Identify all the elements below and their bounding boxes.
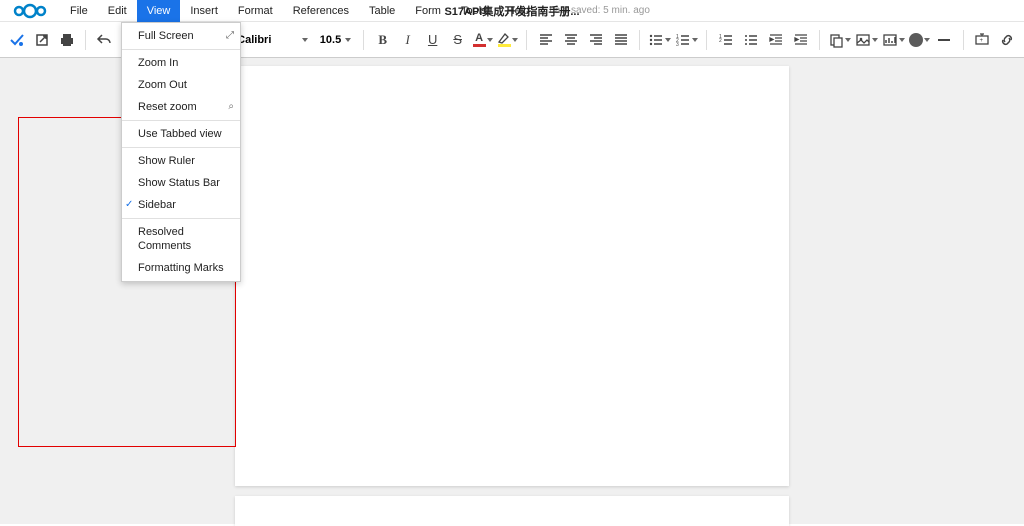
svg-text:+: + [980, 38, 984, 44]
insert-textbox-button[interactable]: + [972, 29, 993, 51]
svg-text:2: 2 [719, 38, 722, 44]
menu-zoom-out[interactable]: Zoom Out [122, 74, 240, 96]
document-title[interactable]: S17API集成开发指南手册... [444, 6, 579, 18]
menu-use-tabbed[interactable]: Use Tabbed view [122, 123, 240, 145]
view-dropdown[interactable]: Full Screen⤢ Zoom In Zoom Out Reset zoom… [121, 22, 241, 282]
app-logo[interactable] [0, 3, 60, 19]
menu-show-status[interactable]: Show Status Bar [122, 172, 240, 194]
menu-formatting-marks[interactable]: Formatting Marks [122, 257, 240, 279]
circle-icon [909, 33, 923, 47]
insert-image-button[interactable] [855, 32, 878, 48]
menu-sidebar[interactable]: Sidebar [122, 194, 240, 216]
insert-link-button[interactable] [997, 29, 1018, 51]
menu-reset-zoom[interactable]: Reset zoom⌕ [122, 96, 240, 118]
accept-changes-button[interactable] [6, 29, 27, 51]
font-color-button[interactable]: A [472, 32, 493, 47]
insert-chart-button[interactable] [882, 32, 905, 48]
print-button[interactable] [56, 29, 77, 51]
menu-resolved-comments[interactable]: Resolved Comments [122, 221, 240, 257]
document-page[interactable] [235, 66, 789, 486]
svg-text:3: 3 [676, 42, 679, 48]
numbered-list-button[interactable]: 123 [675, 32, 698, 48]
document-page-next[interactable] [235, 496, 789, 526]
ordered-list-button[interactable]: 12 [715, 29, 736, 51]
menu-file[interactable]: File [60, 0, 98, 22]
highlight-color-button[interactable] [497, 32, 518, 47]
font-family-combo[interactable]: Calibri [233, 29, 312, 51]
menu-view[interactable]: View [137, 0, 181, 22]
menu-zoom-in[interactable]: Zoom In [122, 52, 240, 74]
decrease-indent-button[interactable] [765, 29, 786, 51]
unordered-list-button[interactable] [740, 29, 761, 51]
bullet-list-button[interactable] [648, 32, 671, 48]
insert-shape-button[interactable] [909, 33, 930, 47]
menu-references[interactable]: References [283, 0, 359, 22]
align-right-button[interactable] [585, 29, 606, 51]
menu-edit[interactable]: Edit [98, 0, 137, 22]
menu-show-ruler[interactable]: Show Ruler [122, 150, 240, 172]
menu-format[interactable]: Format [228, 0, 283, 22]
align-justify-button[interactable] [610, 29, 631, 51]
strikethrough-button[interactable]: S [447, 29, 468, 51]
expand-icon: ⤢ [226, 29, 234, 43]
align-left-button[interactable] [535, 29, 556, 51]
align-center-button[interactable] [560, 29, 581, 51]
menu-full-screen[interactable]: Full Screen⤢ [122, 25, 240, 47]
underline-button[interactable]: U [422, 29, 443, 51]
open-external-button[interactable] [31, 29, 52, 51]
horizontal-rule-button[interactable] [934, 29, 955, 51]
menu-table[interactable]: Table [359, 0, 405, 22]
bold-button[interactable]: B [372, 29, 393, 51]
paste-button[interactable] [828, 32, 851, 48]
font-size-combo[interactable]: 10.5 [316, 29, 355, 51]
increase-indent-button[interactable] [790, 29, 811, 51]
undo-button[interactable] [94, 29, 115, 51]
italic-button[interactable]: I [397, 29, 418, 51]
search-icon: ⌕ [228, 100, 234, 114]
menu-insert[interactable]: Insert [180, 0, 228, 22]
